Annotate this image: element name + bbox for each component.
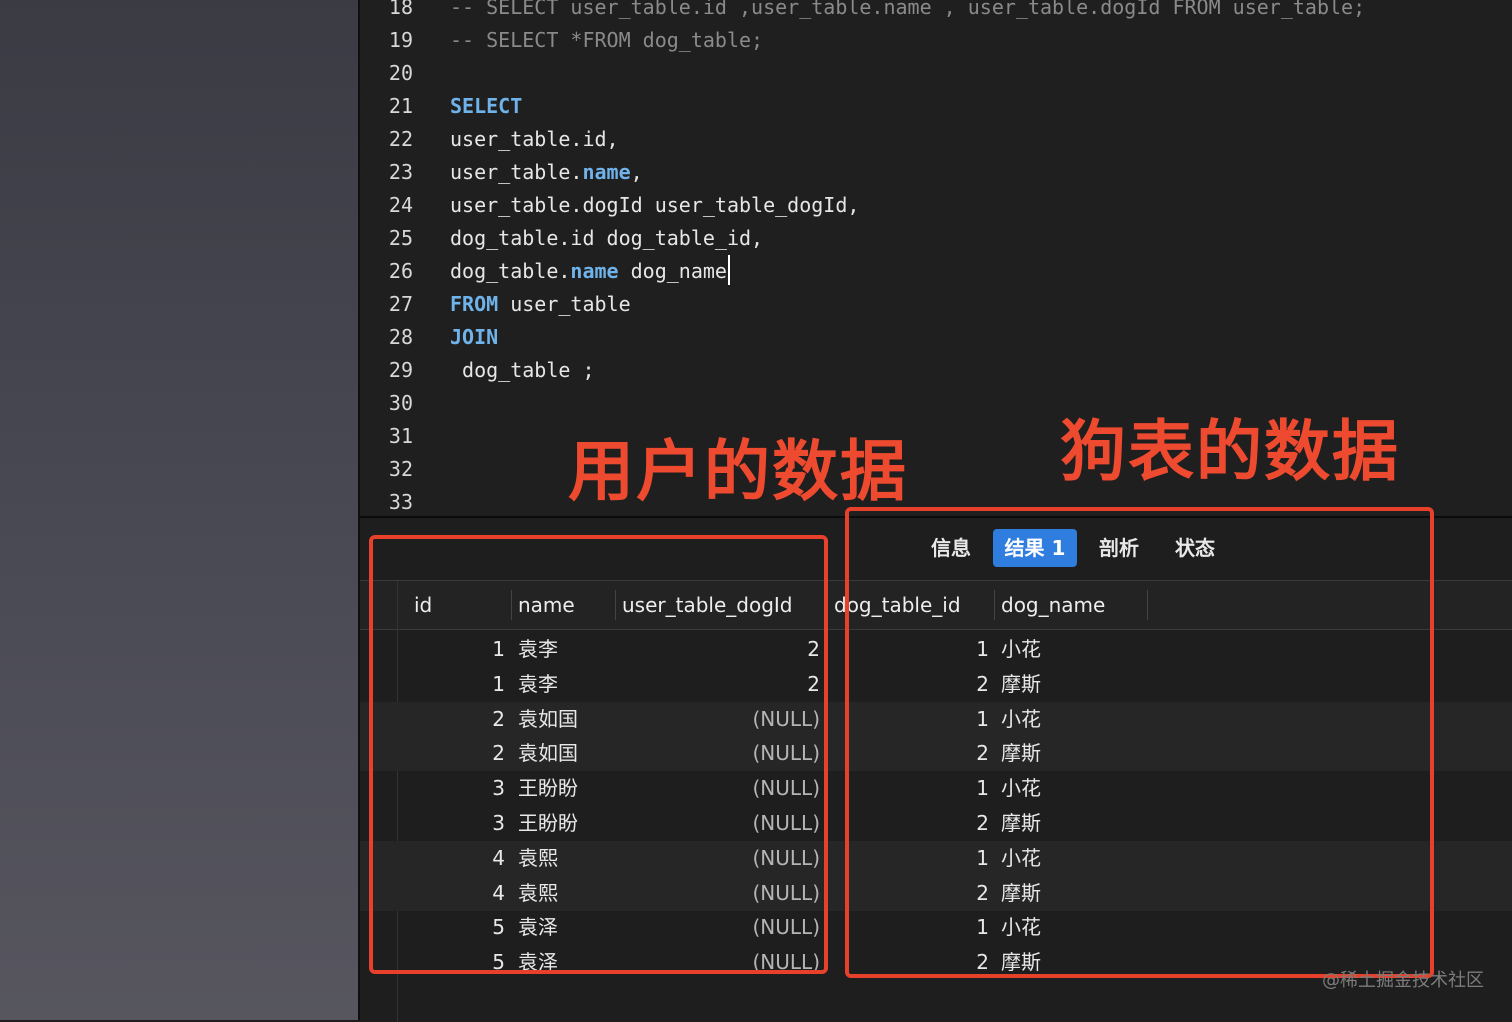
- sql-token: dog_table ;: [450, 358, 595, 382]
- sql-token: user_table.: [450, 160, 583, 184]
- sql-keyword: JOIN: [450, 325, 499, 349]
- line-number: 26: [388, 259, 413, 283]
- dog-data-annotation-label: 狗表的数据: [1060, 413, 1400, 490]
- line-number: 28: [388, 325, 413, 349]
- line-number: 21: [388, 94, 413, 118]
- watermark: @稀土掘金技术社区: [1322, 970, 1484, 991]
- line-number: 24: [388, 193, 413, 217]
- sql-comment: -- SELECT *FROM dog_table;: [450, 28, 764, 52]
- sql-keyword: FROM: [450, 292, 499, 316]
- code-text[interactable]: -- SELECT user_table.id ,user_table.name…: [450, 0, 1365, 24]
- code-line[interactable]: 22 user_table.id,: [360, 123, 1512, 156]
- code-line[interactable]: 23 user_table.name,: [360, 156, 1512, 189]
- code-line[interactable]: 20: [360, 57, 1512, 90]
- code-line[interactable]: 27 FROM user_table: [360, 288, 1512, 321]
- line-number: 32: [388, 457, 413, 481]
- line-number: 27: [388, 292, 413, 316]
- sql-token: user_table.id,: [450, 127, 619, 151]
- code-line[interactable]: 26 dog_table.name dog_name: [360, 255, 1512, 288]
- user-data-annotation-box: [369, 535, 828, 974]
- sql-token: ,: [630, 160, 643, 184]
- sql-token: dog_name: [618, 259, 727, 283]
- line-number: 31: [388, 424, 413, 448]
- code-text[interactable]: SELECT: [450, 90, 522, 123]
- code-line[interactable]: 21 SELECT: [360, 90, 1512, 123]
- sql-token: dog_table.id dog_table_id,: [450, 226, 764, 250]
- code-text[interactable]: user_table.dogId user_table_dogId,: [450, 189, 859, 222]
- code-text[interactable]: JOIN: [450, 321, 498, 354]
- code-line[interactable]: 24 user_table.dogId user_table_dogId,: [360, 189, 1512, 222]
- dog-data-annotation-box: [845, 507, 1434, 978]
- sql-keyword: name: [570, 259, 619, 283]
- sql-token: user_table: [498, 292, 631, 316]
- code-line[interactable]: 18 -- SELECT user_table.id ,user_table.na…: [360, 0, 1512, 24]
- code-line[interactable]: 29 dog_table ;: [360, 354, 1512, 387]
- line-number: 18: [388, 0, 413, 19]
- code-line[interactable]: 28 JOIN: [360, 321, 1512, 354]
- sql-comment: -- SELECT user_table.id ,user_table.name…: [450, 0, 1366, 19]
- line-number: 25: [388, 226, 413, 250]
- code-line[interactable]: 19 -- SELECT *FROM dog_table;: [360, 24, 1512, 57]
- line-number: 33: [388, 490, 413, 514]
- code-text[interactable]: FROM user_table: [450, 288, 631, 321]
- code-text[interactable]: dog_table ;: [450, 354, 595, 387]
- sql-keyword: name: [582, 160, 631, 184]
- line-number: 19: [388, 28, 413, 52]
- sql-token: user_table.dogId user_table_dogId,: [450, 193, 860, 217]
- code-line[interactable]: 25 dog_table.id dog_table_id,: [360, 222, 1512, 255]
- line-number: 22: [388, 127, 413, 151]
- sql-token: dog_table.: [450, 259, 571, 283]
- sql-keyword: SELECT: [450, 94, 523, 118]
- code-text[interactable]: dog_table.id dog_table_id,: [450, 222, 763, 255]
- code-text[interactable]: user_table.id,: [450, 123, 619, 156]
- code-text[interactable]: user_table.name,: [450, 156, 643, 189]
- text-caret: [727, 255, 730, 285]
- left-sidebar-background: [0, 0, 358, 1020]
- code-text[interactable]: dog_table.name dog_name: [450, 255, 730, 288]
- user-data-annotation-label: 用户的数据: [568, 433, 908, 510]
- line-number: 20: [388, 61, 413, 85]
- line-number: 30: [388, 391, 413, 415]
- line-number: 23: [388, 160, 413, 184]
- line-number: 29: [388, 358, 413, 382]
- code-text[interactable]: -- SELECT *FROM dog_table;: [450, 24, 763, 57]
